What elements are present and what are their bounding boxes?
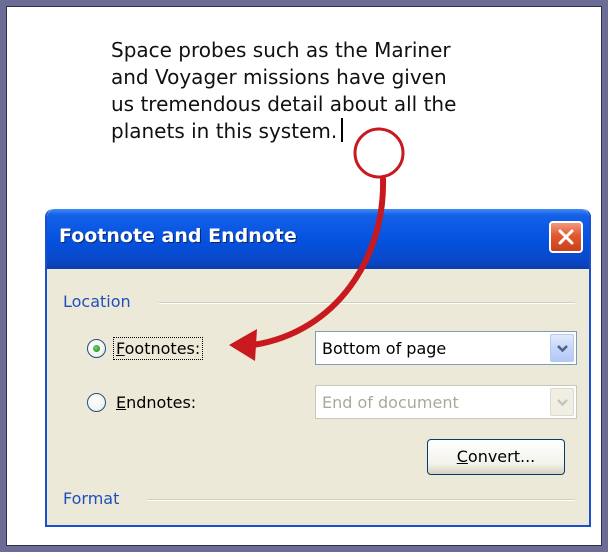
footnotes-accesskey: F bbox=[116, 339, 125, 358]
convert-accesskey: C bbox=[456, 447, 468, 466]
document-line-last: planets in this system. bbox=[111, 118, 551, 145]
endnotes-label[interactable]: Endnotes: bbox=[114, 392, 198, 413]
document-text: Space probes such as the Mariner and Voy… bbox=[111, 37, 551, 145]
format-divider bbox=[147, 499, 575, 501]
dialog-titlebar[interactable]: Footnote and Endnote bbox=[47, 209, 589, 269]
close-icon bbox=[558, 229, 574, 245]
document-line-text: planets in this system. bbox=[111, 119, 338, 143]
endnotes-option[interactable]: Endnotes: bbox=[87, 392, 198, 413]
format-group-label: Format bbox=[63, 489, 120, 508]
document-line: Space probes such as the Mariner bbox=[111, 38, 451, 62]
chevron-down-icon bbox=[557, 345, 568, 353]
endnotes-label-text: ndnotes: bbox=[126, 393, 197, 412]
footnotes-option[interactable]: Footnotes: bbox=[87, 337, 204, 360]
dropdown-button[interactable] bbox=[550, 334, 574, 362]
footnotes-label[interactable]: Footnotes: bbox=[112, 337, 204, 360]
footnotes-label-text: ootnotes: bbox=[124, 339, 201, 358]
radio-selected-dot bbox=[93, 345, 100, 352]
chevron-down-icon bbox=[557, 399, 568, 407]
endnotes-position-value: End of document bbox=[322, 393, 459, 412]
document-line: us tremendous detail about all the bbox=[111, 92, 457, 116]
text-cursor bbox=[341, 118, 344, 142]
dialog-title: Footnote and Endnote bbox=[59, 225, 297, 247]
document-line: and Voyager missions have given bbox=[111, 65, 447, 89]
convert-label: onvert... bbox=[467, 447, 536, 466]
footnotes-radio[interactable] bbox=[87, 339, 106, 358]
tutorial-page: Space probes such as the Mariner and Voy… bbox=[6, 6, 602, 546]
endnotes-accesskey: E bbox=[116, 393, 127, 412]
footnote-endnote-dialog: Footnote and Endnote Location Footnotes:… bbox=[45, 209, 591, 527]
dropdown-button-disabled bbox=[550, 388, 574, 416]
footnotes-position-value: Bottom of page bbox=[322, 339, 447, 358]
endnotes-radio[interactable] bbox=[87, 393, 106, 412]
location-divider bbox=[159, 302, 575, 304]
footnotes-position-select[interactable]: Bottom of page bbox=[315, 331, 577, 365]
convert-button[interactable]: Convert... bbox=[427, 439, 565, 475]
close-button[interactable] bbox=[549, 221, 583, 253]
location-group-label: Location bbox=[63, 292, 131, 311]
endnotes-position-select[interactable]: End of document bbox=[315, 385, 577, 419]
